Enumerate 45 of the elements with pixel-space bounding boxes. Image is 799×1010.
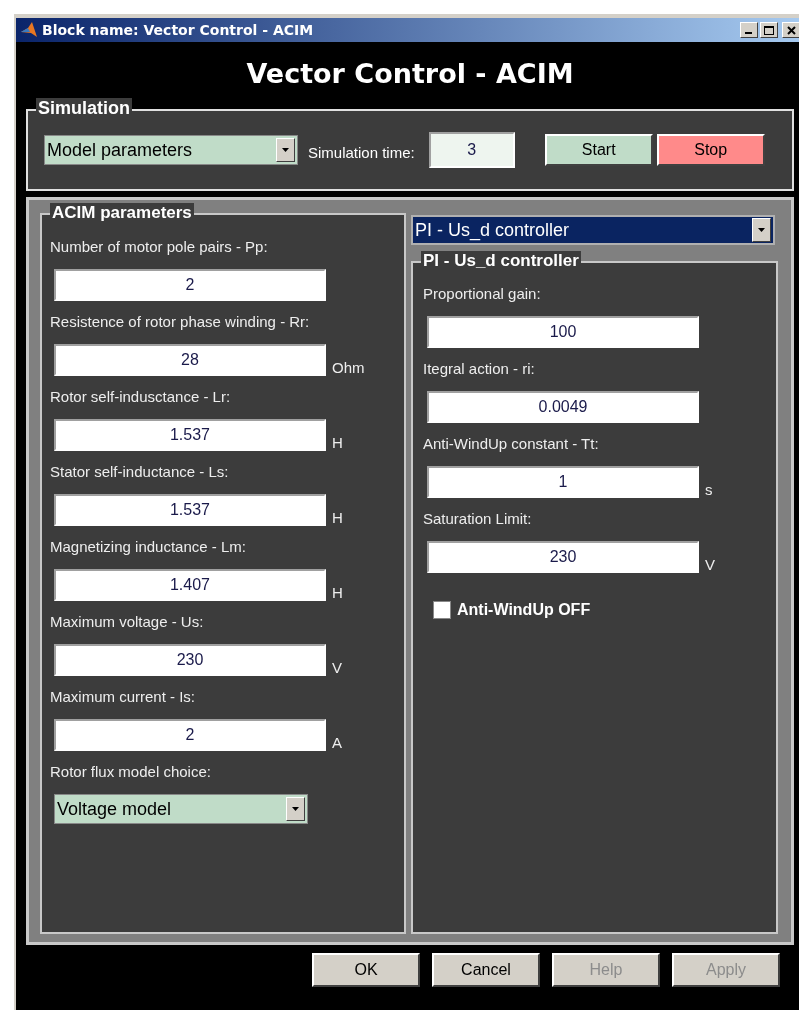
unit-label: H bbox=[332, 434, 343, 451]
field-label: Magnetizing inductance - Lm: bbox=[50, 538, 247, 555]
input-field[interactable]: 2 bbox=[54, 269, 326, 301]
group-legend: ACIM parameters bbox=[50, 203, 194, 223]
field-label: Itegral action - ri: bbox=[423, 360, 536, 377]
field-label: Saturation Limit: bbox=[423, 510, 533, 527]
field-label: Maximum voltage - Us: bbox=[50, 613, 205, 630]
group-legend: PI - Us_d controller bbox=[421, 251, 581, 271]
input-field[interactable]: 230 bbox=[54, 644, 326, 676]
dialog-button[interactable]: OK bbox=[312, 953, 420, 987]
field-label: Anti-WindUp constant - Tt: bbox=[423, 435, 600, 452]
checkbox-label: Anti-WindUp OFF bbox=[457, 601, 591, 619]
field-label: Rotor self-indusctance - Lr: bbox=[50, 388, 232, 405]
unit-label: s bbox=[705, 481, 713, 498]
flux-model-dropdown[interactable]: Voltage model bbox=[54, 794, 308, 824]
input-field[interactable]: 100 bbox=[427, 316, 699, 348]
unit-label: Ohm bbox=[332, 359, 365, 376]
unit-label: V bbox=[332, 659, 342, 676]
input-field[interactable]: 28 bbox=[54, 344, 326, 376]
mode-dropdown[interactable]: Model parameters bbox=[44, 135, 298, 165]
simulation-time-field[interactable]: 3 bbox=[428, 132, 515, 168]
input-field[interactable]: 1 bbox=[427, 466, 699, 498]
input-field[interactable]: 0.0049 bbox=[427, 391, 699, 423]
unit-label: H bbox=[332, 509, 343, 526]
dialog-heading: Vector Control - ACIM bbox=[245, 57, 575, 91]
stop-button[interactable]: Stop bbox=[656, 134, 765, 166]
field-label: Maximum current - Is: bbox=[50, 688, 197, 705]
field-label: Rotor flux model choice: bbox=[50, 763, 212, 780]
window-title: Block name: Vector Control - ACIM bbox=[42, 22, 315, 38]
field-label: Proportional gain: bbox=[423, 285, 542, 302]
start-button[interactable]: Start bbox=[544, 134, 653, 166]
input-field[interactable]: 230 bbox=[427, 541, 699, 573]
unit-label: V bbox=[705, 556, 715, 573]
field-label: Stator self-inductance - Ls: bbox=[50, 463, 230, 480]
field-label: Simulation time: bbox=[308, 143, 415, 161]
input-field[interactable]: 2 bbox=[54, 719, 326, 751]
unit-label: H bbox=[332, 584, 343, 601]
input-field[interactable]: 1.537 bbox=[54, 419, 326, 451]
input-field[interactable]: 1.407 bbox=[54, 569, 326, 601]
unit-label: A bbox=[332, 734, 342, 751]
dialog-button[interactable]: Cancel bbox=[432, 953, 540, 987]
field-label: Number of motor pole pairs - Pp: bbox=[50, 238, 269, 255]
controller-dropdown[interactable]: PI - Us_d controller bbox=[411, 215, 775, 245]
input-field[interactable]: 1.537 bbox=[54, 494, 326, 526]
field-label: Resistence of rotor phase winding - Rr: bbox=[50, 313, 311, 330]
